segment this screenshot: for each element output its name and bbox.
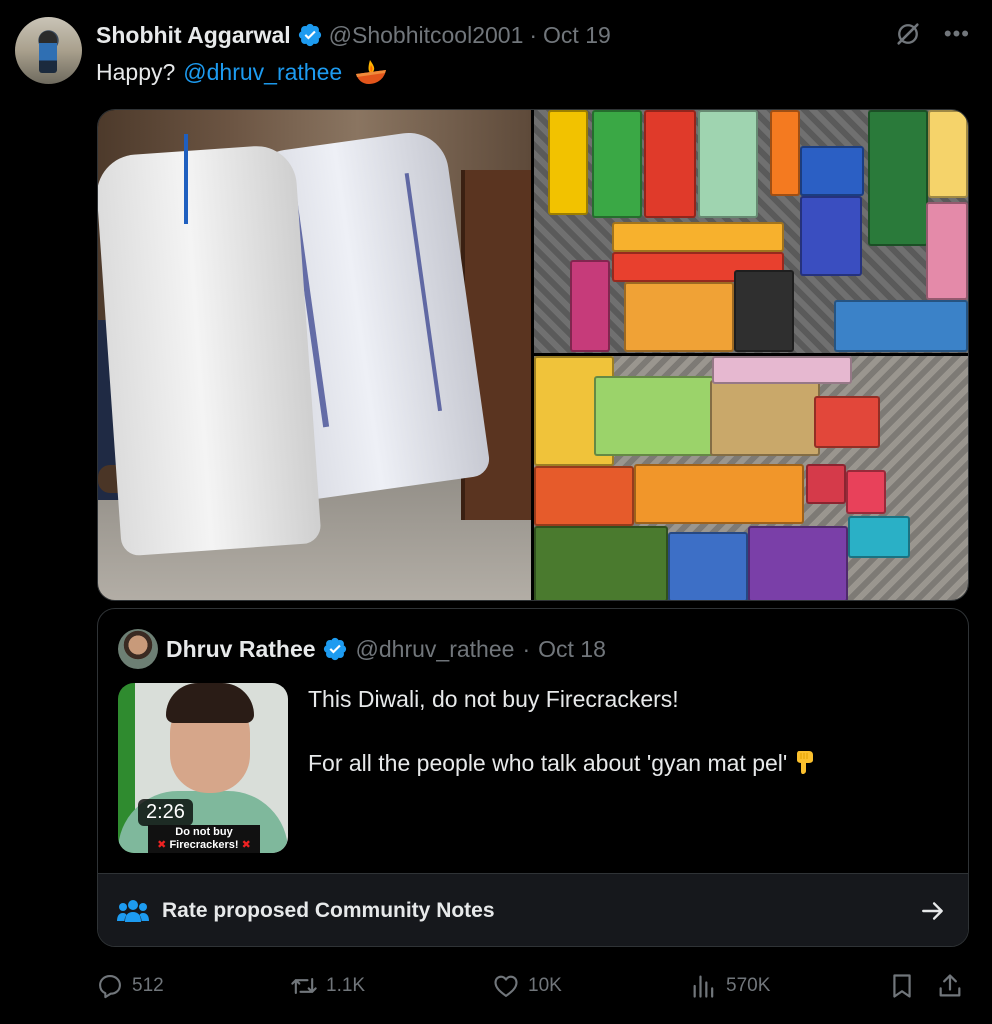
like-button[interactable]: 10K bbox=[492, 968, 562, 1004]
tweet-header: Shobhit Aggarwal @Shobhitcool2001 · Oct … bbox=[96, 20, 611, 50]
tweet-date[interactable]: Oct 19 bbox=[543, 22, 611, 49]
quoted-tweet-date[interactable]: Oct 18 bbox=[538, 636, 606, 663]
fw-box bbox=[710, 380, 820, 456]
fw-box bbox=[848, 516, 910, 558]
views-chart-icon bbox=[693, 975, 714, 998]
photo-firecrackers-top[interactable] bbox=[534, 110, 968, 353]
fw-box bbox=[834, 300, 968, 352]
quoted-author-avatar[interactable] bbox=[118, 629, 158, 669]
author-handle[interactable]: @Shobhitcool2001 bbox=[329, 22, 524, 49]
fw-box bbox=[806, 464, 846, 504]
views-count: 570K bbox=[726, 975, 771, 996]
reply-count: 512 bbox=[132, 975, 164, 996]
fw-box bbox=[814, 396, 880, 448]
repost-button[interactable]: 1.1K bbox=[290, 968, 365, 1004]
quoted-text-line2: For all the people who talk about 'gyan … bbox=[308, 750, 788, 776]
separator-dot: · bbox=[522, 635, 531, 662]
fw-box bbox=[770, 110, 800, 196]
red-x-icon: ✖ bbox=[241, 839, 251, 851]
views-button[interactable]: 570K bbox=[690, 968, 770, 1004]
reply-button[interactable]: 512 bbox=[96, 968, 164, 1004]
fw-box bbox=[534, 526, 668, 600]
fw-box bbox=[928, 110, 968, 198]
fw-box bbox=[800, 196, 862, 276]
bookmark-button[interactable] bbox=[888, 968, 916, 1004]
community-notes-bar[interactable]: Rate proposed Community Notes bbox=[98, 873, 968, 946]
thumb-hair bbox=[166, 683, 254, 723]
reply-icon bbox=[99, 975, 121, 999]
tweet-text: Happy? @dhruv_rathee bbox=[96, 58, 388, 86]
quoted-video-thumbnail[interactable]: 2:26 Do not buy ✖ Firecrackers! ✖ bbox=[118, 683, 288, 853]
quoted-text-line1: This Diwali, do not buy Firecrackers! bbox=[308, 686, 679, 712]
fw-box bbox=[644, 110, 696, 218]
more-options-icon[interactable]: ••• bbox=[944, 23, 970, 45]
author-avatar[interactable] bbox=[15, 17, 82, 84]
video-caption-line2: Firecrackers! bbox=[169, 839, 239, 851]
fw-box bbox=[846, 470, 886, 514]
fw-box bbox=[734, 270, 794, 352]
red-x-icon: ✖ bbox=[157, 839, 167, 851]
photo-firecrackers-bottom[interactable] bbox=[534, 356, 968, 600]
diya-lamp-icon bbox=[356, 60, 387, 84]
fw-box bbox=[612, 222, 784, 252]
bookmark-icon bbox=[893, 974, 911, 998]
mention-link[interactable]: @dhruv_rathee bbox=[183, 59, 342, 86]
photo-sack-left bbox=[98, 143, 322, 557]
quoted-text-line2-row: For all the people who talk about 'gyan … bbox=[308, 747, 948, 779]
fw-box bbox=[592, 110, 642, 218]
quoted-author-handle[interactable]: @dhruv_rathee bbox=[356, 636, 515, 663]
fw-box bbox=[926, 202, 968, 300]
quoted-author-name[interactable]: Dhruv Rathee bbox=[166, 636, 316, 663]
fw-box bbox=[634, 464, 804, 524]
share-icon bbox=[939, 974, 961, 997]
quoted-tweet-text: This Diwali, do not buy Firecrackers! Fo… bbox=[308, 683, 948, 811]
grok-icon[interactable] bbox=[894, 20, 922, 48]
fw-box bbox=[534, 466, 634, 526]
fw-box bbox=[624, 282, 734, 352]
community-notes-people-icon bbox=[117, 900, 149, 922]
separator-dot: · bbox=[529, 21, 538, 48]
tweet-action-bar: 512 1.1K 10K 570K bbox=[96, 968, 968, 1004]
quoted-tweet-header: Dhruv Rathee @dhruv_rathee · Oct 18 bbox=[118, 629, 606, 669]
video-caption-line2-row: ✖ Firecrackers! ✖ bbox=[150, 839, 258, 852]
fw-box bbox=[698, 110, 758, 218]
community-notes-label[interactable]: Rate proposed Community Notes bbox=[162, 899, 495, 923]
arrow-right-icon[interactable] bbox=[920, 898, 946, 924]
repost-icon bbox=[291, 977, 317, 995]
fw-box bbox=[548, 110, 588, 215]
pointing-down-hand-icon bbox=[797, 751, 814, 774]
fw-box bbox=[594, 376, 714, 456]
quoted-tweet-card[interactable]: Dhruv Rathee @dhruv_rathee · Oct 18 2:26… bbox=[97, 608, 969, 947]
tweet-text-prefix: Happy? bbox=[96, 58, 176, 85]
verified-badge-icon bbox=[323, 637, 346, 661]
verified-badge-icon bbox=[298, 23, 321, 47]
fw-box bbox=[668, 532, 748, 600]
media-grid[interactable] bbox=[97, 109, 969, 601]
video-duration-badge: 2:26 bbox=[138, 799, 193, 826]
repost-count: 1.1K bbox=[326, 975, 366, 996]
video-caption-line1: Do not buy bbox=[175, 826, 233, 838]
photo-sacks[interactable] bbox=[98, 110, 531, 600]
fw-box bbox=[868, 110, 928, 246]
fw-box bbox=[712, 356, 852, 384]
like-count: 10K bbox=[528, 975, 562, 996]
author-name[interactable]: Shobhit Aggarwal bbox=[96, 22, 291, 49]
heart-icon bbox=[494, 975, 518, 997]
fw-box bbox=[748, 526, 848, 600]
avatar-person bbox=[39, 31, 57, 73]
tweet-top-actions: ••• bbox=[894, 20, 970, 48]
fw-box bbox=[800, 146, 864, 196]
fw-box bbox=[570, 260, 610, 352]
share-button[interactable] bbox=[936, 968, 964, 1004]
video-caption-overlay: Do not buy ✖ Firecrackers! ✖ bbox=[148, 825, 260, 853]
photo-sack-tie bbox=[184, 134, 188, 224]
